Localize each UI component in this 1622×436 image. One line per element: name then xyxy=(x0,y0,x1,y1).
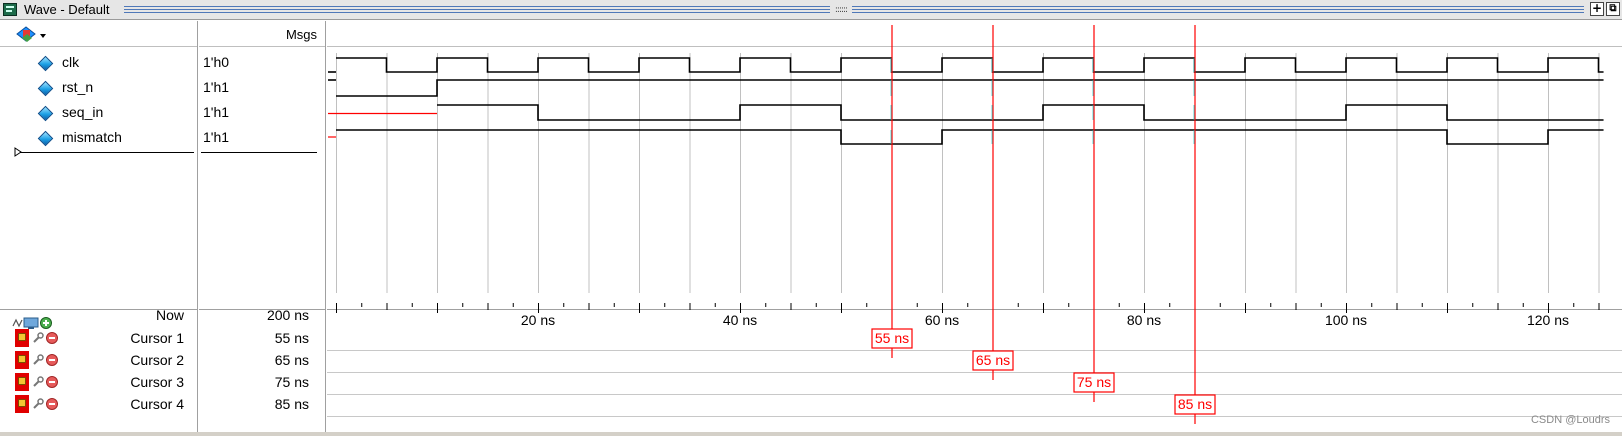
cursor-label: Cursor 1 xyxy=(130,330,184,346)
title-bar[interactable]: Wave - Default :::::: + ⧉ xyxy=(0,0,1622,20)
cursor-time-marker-text: 65 ns xyxy=(976,352,1010,368)
wrench-icon[interactable] xyxy=(32,332,44,344)
cursor-value: 55 ns xyxy=(274,330,309,346)
undock-button[interactable]: ⧉ xyxy=(1606,2,1620,16)
signal-name: seq_in xyxy=(62,104,104,120)
now-row: Now xyxy=(0,303,198,325)
add-signal-icon[interactable] xyxy=(14,25,48,45)
cursor-value-row-4[interactable]: 85 ns xyxy=(199,394,325,416)
cursor-label: Cursor 2 xyxy=(130,352,184,368)
signal-diamond-icon xyxy=(37,105,54,122)
wrench-icon[interactable] xyxy=(32,354,44,366)
cursor-value-row-1[interactable]: 55 ns xyxy=(199,328,325,350)
delete-icon[interactable] xyxy=(46,332,58,344)
waveform-pane[interactable]: 20 ns 40 ns 60 ns 80 ns 100 ns 120 ns 55 ns 65 … xyxy=(327,21,1622,432)
window-title: Wave - Default xyxy=(24,2,110,17)
cursor-row-4[interactable]: Cursor 4 xyxy=(0,394,198,416)
delete-icon[interactable] xyxy=(46,376,58,388)
now-value: 200 ns xyxy=(266,307,309,323)
cursor-label: Cursor 4 xyxy=(130,396,184,412)
signal-diamond-icon xyxy=(37,130,54,147)
clk-waveform xyxy=(336,57,1604,73)
signal-row-clk[interactable]: clk xyxy=(0,53,198,77)
add-pane-button[interactable]: + xyxy=(1590,2,1604,16)
rst-n-waveform xyxy=(336,79,1604,97)
time-axis-label: 40 ns xyxy=(723,312,757,328)
title-grip[interactable]: :::::: xyxy=(830,4,852,16)
signal-value: 1'h1 xyxy=(203,104,230,120)
wrench-icon[interactable] xyxy=(32,398,44,410)
signal-value: 1'h1 xyxy=(203,79,230,95)
cursor-value: 65 ns xyxy=(274,352,309,368)
waveform-canvas[interactable]: 20 ns 40 ns 60 ns 80 ns 100 ns 120 ns 55 ns 65 … xyxy=(327,21,1622,432)
signal-value: 1'h0 xyxy=(203,54,230,70)
value-row-seq-in: 1'h1 xyxy=(199,103,325,127)
wave-window-icon xyxy=(3,3,17,16)
cursor-value: 85 ns xyxy=(274,396,309,412)
time-axis-label: 80 ns xyxy=(1127,312,1161,328)
cursor-time-marker-text: 55 ns xyxy=(875,330,909,346)
cursor-time-marker-text: 85 ns xyxy=(1178,396,1212,412)
lock-icon[interactable] xyxy=(15,373,29,391)
lock-icon[interactable] xyxy=(15,351,29,369)
mismatch-waveform xyxy=(336,129,1604,145)
cursor-row-2[interactable]: Cursor 2 xyxy=(0,350,198,372)
value-insertion-line xyxy=(201,152,317,153)
cursor-time-marker-text: 75 ns xyxy=(1077,374,1111,390)
cursor-value-row-2[interactable]: 65 ns xyxy=(199,350,325,372)
signal-diamond-icon xyxy=(37,55,54,72)
msgs-label: Msgs xyxy=(285,27,317,42)
wrench-icon[interactable] xyxy=(32,376,44,388)
now-value-row: 200 ns xyxy=(199,305,325,327)
time-axis-label: 20 ns xyxy=(521,312,555,328)
lock-icon[interactable] xyxy=(15,395,29,413)
signal-names-pane: clk rst_n seq_in mismatch Now Cursor 1 C… xyxy=(0,21,198,432)
insertion-line xyxy=(20,152,194,153)
cursor-value-row-3[interactable]: 75 ns xyxy=(199,372,325,394)
cursor-row-3[interactable]: Cursor 3 xyxy=(0,372,198,394)
wave-window: Wave - Default :::::: + ⧉ clk rst_n seq_… xyxy=(0,0,1622,432)
signal-value: 1'h1 xyxy=(203,129,230,145)
time-axis-label: 60 ns xyxy=(925,312,959,328)
names-header xyxy=(0,21,197,47)
signal-name: clk xyxy=(62,54,80,70)
cursor-value: 75 ns xyxy=(274,374,309,390)
signal-row-mismatch[interactable]: mismatch xyxy=(0,128,198,152)
values-header: Msgs xyxy=(199,21,325,47)
signal-name: mismatch xyxy=(62,129,122,145)
delete-icon[interactable] xyxy=(46,398,58,410)
value-row-rst-n: 1'h1 xyxy=(199,78,325,102)
signal-values-pane: Msgs 1'h0 1'h1 1'h1 1'h1 200 ns 55 ns 65… xyxy=(199,21,326,432)
value-row-mismatch: 1'h1 xyxy=(199,128,325,152)
cursor-row-1[interactable]: Cursor 1 xyxy=(0,328,198,350)
time-axis-label: 100 ns xyxy=(1325,312,1367,328)
time-axis-label: 120 ns xyxy=(1527,312,1569,328)
lock-icon[interactable] xyxy=(15,329,29,347)
value-row-clk: 1'h0 xyxy=(199,53,325,77)
seq-in-waveform xyxy=(437,104,1604,121)
signal-row-rst-n[interactable]: rst_n xyxy=(0,78,198,102)
signal-diamond-icon xyxy=(37,80,54,97)
delete-icon[interactable] xyxy=(46,354,58,366)
title-drag-stripes[interactable] xyxy=(124,6,1584,14)
cursor-label: Cursor 3 xyxy=(130,374,184,390)
watermark: CSDN @Loudrs xyxy=(1530,414,1610,426)
signal-row-seq-in[interactable]: seq_in xyxy=(0,103,198,127)
now-label: Now xyxy=(155,307,184,323)
signal-name: rst_n xyxy=(62,79,94,95)
